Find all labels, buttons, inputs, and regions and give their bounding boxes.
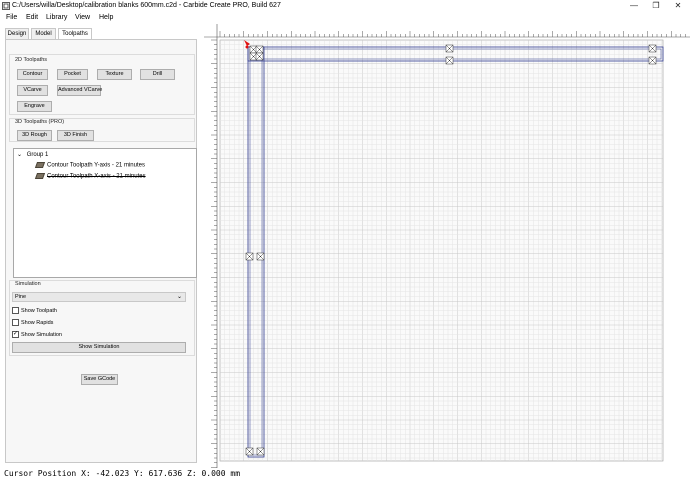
menu-help[interactable]: Help — [99, 14, 113, 21]
tab-model[interactable]: Model — [31, 28, 56, 39]
advanced-vcarve-button[interactable]: Advanced VCarve — [57, 85, 102, 96]
tree-item-x-axis[interactable]: Contour Toolpath X-axis - 21 minutes — [34, 173, 146, 180]
show-rapids-label: Show Rapids — [21, 319, 54, 326]
toolpaths-2d-title: 2D Toolpaths — [15, 57, 48, 63]
toolpaths-3d-group: 3D Toolpaths (PRO) 3D Rough 3D Finish — [9, 118, 195, 142]
tree-group-label: Group 1 — [26, 152, 49, 158]
material-value: Pine — [15, 294, 27, 300]
menu-file[interactable]: File — [6, 14, 17, 21]
chevron-down-icon[interactable]: ⌄ — [17, 152, 22, 158]
check-icon[interactable]: ✓ — [12, 331, 19, 338]
toolpath-icon — [34, 162, 46, 168]
tree-item-label: Contour Toolpath Y-axis - 21 minutes — [47, 162, 145, 169]
toolpaths-panel: 2D Toolpaths Contour Pocket Texture Dril… — [5, 39, 197, 463]
simulation-title: Simulation — [15, 281, 41, 287]
toolpath-icon — [34, 173, 46, 179]
show-simulation-button[interactable]: Show Simulation — [12, 342, 186, 353]
contour-button[interactable]: Contour — [17, 69, 48, 80]
toolpaths-3d-title: 3D Toolpaths (PRO) — [15, 119, 65, 125]
vcarve-button[interactable]: VCarve — [17, 85, 48, 96]
tree-item-label: Contour Toolpath X-axis - 21 minutes — [47, 173, 146, 180]
design-canvas[interactable] — [204, 24, 690, 468]
3d-rough-button[interactable]: 3D Rough — [17, 130, 52, 141]
show-toolpath-label: Show Toolpath — [21, 307, 57, 314]
texture-button[interactable]: Texture — [97, 69, 132, 80]
title-bar: C:/Users/willa/Desktop/calibration blank… — [0, 0, 690, 12]
menu-library[interactable]: Library — [46, 14, 67, 21]
show-simulation-checkbox[interactable]: ✓ Show Simulation — [12, 331, 62, 338]
show-toolpath-checkbox[interactable]: Show Toolpath — [12, 307, 57, 314]
engrave-button[interactable]: Engrave — [17, 101, 52, 112]
save-gcode-button[interactable]: Save GCode — [81, 374, 118, 385]
toolpaths-2d-group: 2D Toolpaths Contour Pocket Texture Dril… — [9, 54, 195, 115]
menu-bar: File Edit Library View Help — [0, 12, 690, 23]
pocket-button[interactable]: Pocket — [57, 69, 88, 80]
drill-button[interactable]: Drill — [140, 69, 175, 80]
tab-design[interactable]: Design — [5, 28, 29, 39]
show-rapids-checkbox[interactable]: Show Rapids — [12, 319, 53, 326]
toolpath-tree[interactable]: ⌄ Group 1 Contour Toolpath Y-axis - 21 m… — [13, 148, 197, 278]
minimize-button[interactable]: — — [623, 0, 645, 12]
maximize-button[interactable]: ❐ — [645, 0, 667, 12]
canvas-area[interactable] — [204, 24, 690, 468]
checkbox-box[interactable] — [12, 307, 19, 314]
close-button[interactable]: ✕ — [667, 0, 689, 12]
chevron-down-icon: ⌄ — [176, 294, 182, 300]
material-select[interactable]: Pine ⌄ — [12, 292, 186, 302]
show-simulation-label: Show Simulation — [21, 331, 62, 338]
origin-marker-icon — [245, 45, 249, 49]
window-title: C:/Users/willa/Desktop/calibration blank… — [12, 2, 281, 9]
menu-edit[interactable]: Edit — [26, 14, 38, 21]
cursor-position-status: Cursor Position X: -42.023 Y: 617.636 Z:… — [4, 469, 241, 478]
tree-item-y-axis[interactable]: Contour Toolpath Y-axis - 21 minutes — [34, 162, 145, 169]
carbide-create-icon — [2, 2, 10, 10]
checkbox-box[interactable] — [12, 319, 19, 326]
menu-view[interactable]: View — [75, 14, 90, 21]
tree-group-row[interactable]: ⌄ Group 1 — [17, 151, 48, 158]
3d-finish-button[interactable]: 3D Finish — [57, 130, 94, 141]
